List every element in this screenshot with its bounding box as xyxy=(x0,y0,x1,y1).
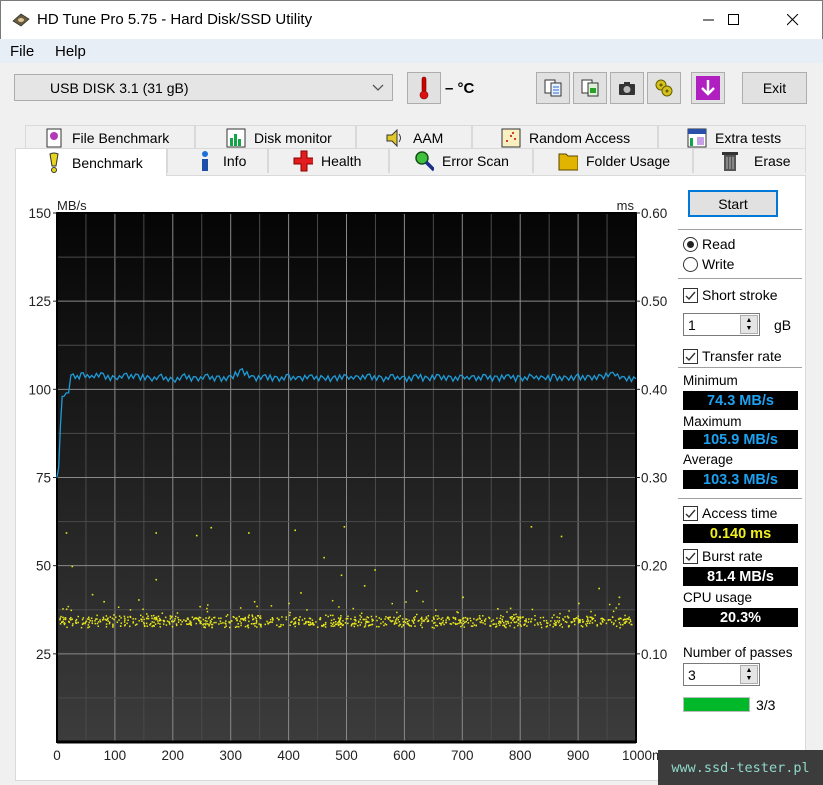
camera-icon xyxy=(619,82,635,95)
minimum-value: 74.3 MB/s xyxy=(683,391,798,410)
temperature-button[interactable] xyxy=(407,72,441,104)
copy-screenshot-icon xyxy=(581,79,599,97)
tab-extra-tests[interactable]: Extra tests xyxy=(658,125,806,150)
toolbar: USB DISK 3.1 (31 gB) – °C Exit xyxy=(0,63,823,115)
hard-disk-icon xyxy=(12,13,30,27)
start-button[interactable]: Start xyxy=(688,190,778,217)
chevron-down-icon xyxy=(372,84,384,91)
passes-label: Number of passes xyxy=(683,645,793,660)
temperature-value: – °C xyxy=(445,80,475,97)
checkmark-icon xyxy=(683,505,698,521)
exit-button[interactable]: Exit xyxy=(742,72,807,104)
short-stroke-size-input[interactable]: 1 ▲ ▼ xyxy=(683,313,760,336)
file-benchmark-icon xyxy=(44,128,64,148)
drive-select-value: USB DISK 3.1 (31 gB) xyxy=(50,80,189,96)
progress-bar xyxy=(683,697,750,712)
save-download-icon xyxy=(696,76,720,100)
radio-read-indicator xyxy=(683,236,698,252)
radio-read[interactable]: Read xyxy=(683,236,735,252)
menu-help[interactable]: Help xyxy=(55,43,86,60)
speaker-icon xyxy=(385,128,405,148)
disk-monitor-icon xyxy=(226,128,246,148)
drive-select[interactable]: USB DISK 3.1 (31 gB) xyxy=(14,74,393,101)
transfer-rate-checkbox[interactable]: Transfer rate xyxy=(683,348,782,364)
window-title: HD Tune Pro 5.75 - Hard Disk/SSD Utility xyxy=(37,11,313,28)
tab-health[interactable]: Health xyxy=(268,148,389,173)
separator xyxy=(678,229,802,230)
average-label: Average xyxy=(683,452,734,467)
checkmark-icon xyxy=(683,287,698,303)
info-icon xyxy=(195,151,215,171)
spin-up-icon[interactable]: ▲ xyxy=(746,667,753,674)
tab-benchmark[interactable]: Benchmark xyxy=(15,148,167,176)
tab-disk-monitor[interactable]: Disk monitor xyxy=(195,125,356,150)
thermometer-icon xyxy=(419,76,429,100)
maximize-icon xyxy=(728,14,739,25)
separator xyxy=(678,278,802,279)
random-access-icon xyxy=(501,128,521,148)
extra-tests-icon xyxy=(687,128,707,148)
average-value: 103.3 MB/s xyxy=(683,470,798,489)
maximum-label: Maximum xyxy=(683,414,742,429)
separator xyxy=(678,498,802,499)
magnifier-icon xyxy=(414,151,434,172)
checkmark-icon xyxy=(683,548,698,564)
tab-file-benchmark[interactable]: File Benchmark xyxy=(25,125,195,150)
radio-write-indicator xyxy=(683,256,698,272)
trash-icon xyxy=(720,151,740,171)
spin-down-icon[interactable]: ▼ xyxy=(746,675,753,682)
folder-icon xyxy=(558,151,578,171)
watermark: www.ssd-tester.pl xyxy=(658,750,823,785)
tab-info[interactable]: Info xyxy=(167,148,268,173)
burst-rate-checkbox[interactable]: Burst rate xyxy=(683,548,763,564)
save-button[interactable] xyxy=(691,72,725,104)
benchmark-icon xyxy=(44,152,64,173)
tab-error-scan[interactable]: Error Scan xyxy=(389,148,533,173)
copy-screenshot-button[interactable] xyxy=(573,72,607,104)
tab-aam[interactable]: AAM xyxy=(356,125,472,150)
spin-up-icon[interactable]: ▲ xyxy=(746,317,753,324)
cpu-usage-value: 20.3% xyxy=(683,608,798,627)
passes-input[interactable]: 3 ▲ ▼ xyxy=(683,663,760,686)
close-icon xyxy=(787,14,799,26)
options-gears-icon xyxy=(655,79,673,97)
close-button[interactable] xyxy=(770,1,816,39)
copy-text-button[interactable] xyxy=(536,72,570,104)
menu-file[interactable]: File xyxy=(10,43,34,60)
burst-rate-value: 81.4 MB/s xyxy=(683,567,798,586)
short-stroke-checkbox[interactable]: Short stroke xyxy=(683,287,777,303)
progress-text: 3/3 xyxy=(756,697,776,713)
tab-erase[interactable]: Erase xyxy=(693,148,806,173)
tab-bar: File Benchmark Disk monitor AAM Random A… xyxy=(0,124,823,176)
tab-random-access[interactable]: Random Access xyxy=(472,125,658,150)
cpu-usage-label: CPU usage xyxy=(683,590,753,605)
screenshot-button[interactable] xyxy=(610,72,644,104)
copy-text-icon xyxy=(544,79,562,97)
spin-arrows[interactable]: ▲ ▼ xyxy=(740,315,758,334)
access-time-value: 0.140 ms xyxy=(683,524,798,543)
checkmark-icon xyxy=(683,348,698,364)
side-panel: Start Read Write Short stroke 1 ▲ ▼ gB Tr… xyxy=(676,176,802,776)
maximum-value: 105.9 MB/s xyxy=(683,430,798,449)
access-time-checkbox[interactable]: Access time xyxy=(683,505,777,521)
radio-write[interactable]: Write xyxy=(683,256,734,272)
minimum-label: Minimum xyxy=(683,373,738,388)
title-bar: HD Tune Pro 5.75 - Hard Disk/SSD Utility xyxy=(0,0,823,39)
tab-folder-usage[interactable]: Folder Usage xyxy=(533,148,693,173)
short-stroke-unit: gB xyxy=(774,317,792,333)
spin-down-icon[interactable]: ▼ xyxy=(746,325,753,332)
separator xyxy=(678,367,802,368)
health-cross-icon xyxy=(293,150,313,172)
options-button[interactable] xyxy=(647,72,681,104)
maximize-button[interactable] xyxy=(711,1,757,39)
menu-bar: File Help xyxy=(0,39,823,63)
spin-arrows[interactable]: ▲ ▼ xyxy=(740,665,758,684)
